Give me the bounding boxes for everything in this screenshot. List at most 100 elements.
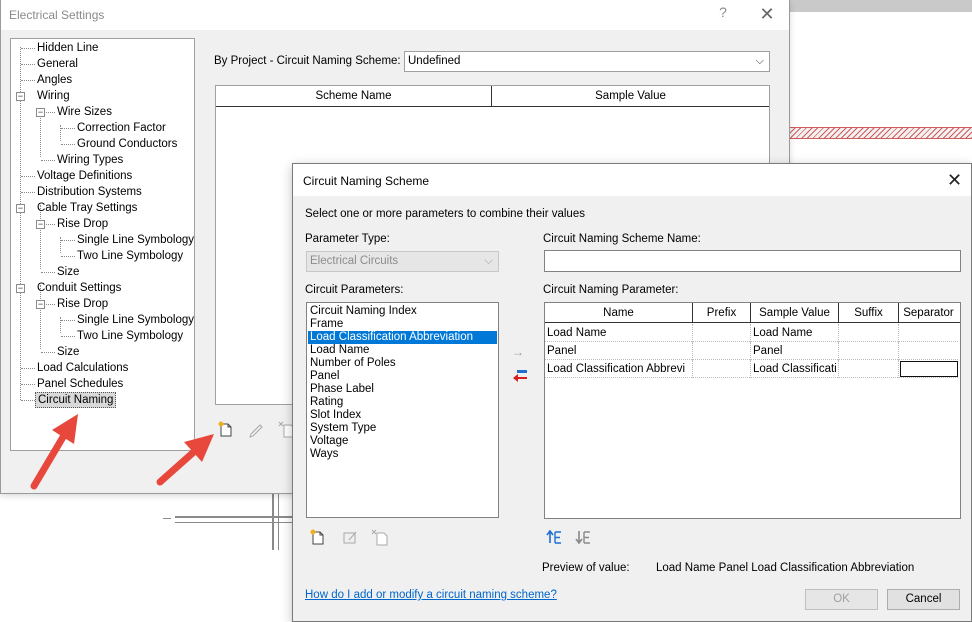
separator-cell-focus[interactable] — [900, 361, 958, 377]
tree-item-circuit-naming[interactable]: Circuit Naming — [35, 392, 117, 408]
tree-item-single-line-symbology[interactable]: Single Line Symbology — [75, 232, 196, 248]
column-header-scheme-name[interactable]: Scheme Name — [216, 86, 492, 107]
tree-item-size[interactable]: Size — [55, 264, 81, 280]
cell-name[interactable]: Panel — [545, 342, 693, 360]
cell-separator[interactable] — [899, 342, 958, 360]
parameter-item[interactable]: Load Name — [308, 344, 497, 357]
instructions-text: Select one or more parameters to combine… — [305, 208, 585, 220]
parameter-item[interactable]: Voltage — [308, 435, 497, 448]
column-header-name[interactable]: Name — [545, 303, 693, 323]
parameter-item[interactable]: Rating — [308, 396, 497, 409]
tree-item-two-line-symbology[interactable]: Two Line Symbology — [75, 328, 185, 344]
help-link[interactable]: How do I add or modify a circuit naming … — [305, 589, 557, 601]
cell-prefix[interactable] — [693, 342, 751, 360]
cell-name[interactable]: Load Classification Abbrevi — [545, 360, 693, 378]
dialog-title: Circuit Naming Scheme — [303, 174, 430, 188]
cell-prefix[interactable] — [693, 360, 751, 378]
tree-line — [21, 80, 35, 81]
help-button[interactable]: ? — [713, 4, 733, 24]
tree-item-conduit-settings[interactable]: Conduit Settings — [35, 280, 123, 296]
add-parameter-arrow-icon[interactable]: → — [512, 345, 524, 359]
parameter-item[interactable]: Circuit Naming Index — [308, 305, 497, 318]
close-button[interactable]: ✕ — [757, 4, 777, 24]
tree-item-correction-factor[interactable]: Correction Factor — [75, 120, 168, 136]
remove-parameter-arrow-icon[interactable] — [512, 369, 528, 383]
scheme-dropdown[interactable]: Undefined ⌵ — [404, 51, 770, 72]
parameter-item[interactable]: Frame — [308, 318, 497, 331]
parameter-item-selected[interactable]: Load Classification Abbreviation — [308, 331, 497, 344]
settings-tree[interactable]: − − − − − − Hidden Line General Angles W… — [10, 38, 195, 451]
column-header-sample-value[interactable]: Sample Value — [751, 303, 839, 323]
new-parameter-icon[interactable] — [309, 528, 327, 546]
naming-parameter-table[interactable]: Name Prefix Sample Value Suffix Separato… — [544, 302, 961, 519]
table-row[interactable]: Load Name Load Name — [545, 324, 958, 342]
tree-item-cable-tray-settings[interactable]: Cable Tray Settings — [35, 200, 139, 216]
parameter-item[interactable]: Phase Label — [308, 383, 497, 396]
column-header-prefix[interactable]: Prefix — [693, 303, 751, 323]
tree-item-ground-conductors[interactable]: Ground Conductors — [75, 136, 179, 152]
parameter-item[interactable]: Slot Index — [308, 409, 497, 422]
parameter-item[interactable]: System Type — [308, 422, 497, 435]
parameter-item[interactable]: Panel — [308, 370, 497, 383]
expander-cable-tray[interactable]: − — [16, 204, 25, 213]
canvas-strip — [790, 0, 972, 12]
tree-line — [61, 256, 75, 257]
column-header-sample-value[interactable]: Sample Value — [492, 86, 769, 107]
tree-line — [21, 64, 35, 65]
scheme-label: By Project - Circuit Naming Scheme: — [214, 55, 401, 67]
tree-item-wiring-types[interactable]: Wiring Types — [55, 152, 125, 168]
move-down-icon[interactable] — [574, 528, 592, 546]
cell-sample-value[interactable]: Load Classificati — [751, 360, 839, 378]
tree-item-rise-drop[interactable]: Rise Drop — [55, 296, 110, 312]
tree-item-load-calculations[interactable]: Load Calculations — [35, 360, 130, 376]
close-button[interactable]: ✕ — [947, 170, 962, 190]
parameter-item[interactable]: Number of Poles — [308, 357, 497, 370]
table-row[interactable]: Panel Panel — [545, 342, 958, 360]
column-header-separator[interactable]: Separator — [899, 303, 958, 323]
tree-item-wiring[interactable]: Wiring — [35, 88, 72, 104]
tree-item-rise-drop[interactable]: Rise Drop — [55, 216, 110, 232]
cancel-button[interactable]: Cancel — [887, 589, 960, 610]
tree-item-single-line-symbology[interactable]: Single Line Symbology — [75, 312, 196, 328]
cell-suffix[interactable] — [839, 342, 899, 360]
cell-separator[interactable] — [899, 324, 958, 342]
scheme-name-input[interactable] — [544, 250, 961, 272]
cell-sample-value[interactable]: Panel — [751, 342, 839, 360]
tree-item-distribution-systems[interactable]: Distribution Systems — [35, 184, 144, 200]
scheme-name-label: Circuit Naming Scheme Name: — [543, 233, 701, 245]
ok-button[interactable]: OK — [805, 589, 878, 610]
preview-label: Preview of value: — [542, 562, 630, 574]
expander-wiring[interactable]: − — [16, 92, 25, 101]
expander-wire-sizes[interactable]: − — [36, 108, 45, 117]
tree-line — [61, 336, 75, 337]
move-up-icon[interactable] — [545, 528, 563, 546]
wall-line — [272, 494, 274, 550]
edit-parameter-icon[interactable] — [341, 528, 359, 546]
tree-item-two-line-symbology[interactable]: Two Line Symbology — [75, 248, 185, 264]
parameter-item[interactable]: Ways — [308, 448, 497, 461]
parameter-type-dropdown[interactable]: Electrical Circuits ⌵ — [306, 251, 499, 272]
tree-item-general[interactable]: General — [35, 56, 80, 72]
cell-sample-value[interactable]: Load Name — [751, 324, 839, 342]
tree-item-panel-schedules[interactable]: Panel Schedules — [35, 376, 125, 392]
cell-suffix[interactable] — [839, 360, 899, 378]
tree-item-angles[interactable]: Angles — [35, 72, 74, 88]
tree-item-size[interactable]: Size — [55, 344, 81, 360]
column-header-suffix[interactable]: Suffix — [839, 303, 899, 323]
expander-rise-drop[interactable]: − — [36, 220, 45, 229]
delete-parameter-icon[interactable] — [371, 528, 389, 546]
tree-line — [61, 240, 75, 241]
tree-line — [61, 144, 75, 145]
expander-conduit[interactable]: − — [16, 284, 25, 293]
tree-item-hidden-line[interactable]: Hidden Line — [35, 40, 100, 56]
chevron-down-icon: ⌵ — [755, 55, 764, 67]
expander-rise-drop[interactable]: − — [36, 300, 45, 309]
cell-suffix[interactable] — [839, 324, 899, 342]
cell-prefix[interactable] — [693, 324, 751, 342]
tree-item-voltage-definitions[interactable]: Voltage Definitions — [35, 168, 134, 184]
circuit-parameters-list[interactable]: Circuit Naming Index Frame Load Classifi… — [306, 302, 499, 518]
edit-scheme-icon[interactable] — [247, 420, 265, 438]
tree-item-wire-sizes[interactable]: Wire Sizes — [55, 104, 114, 120]
table-row[interactable]: Load Classification Abbrevi Load Classif… — [545, 360, 958, 378]
cell-name[interactable]: Load Name — [545, 324, 693, 342]
